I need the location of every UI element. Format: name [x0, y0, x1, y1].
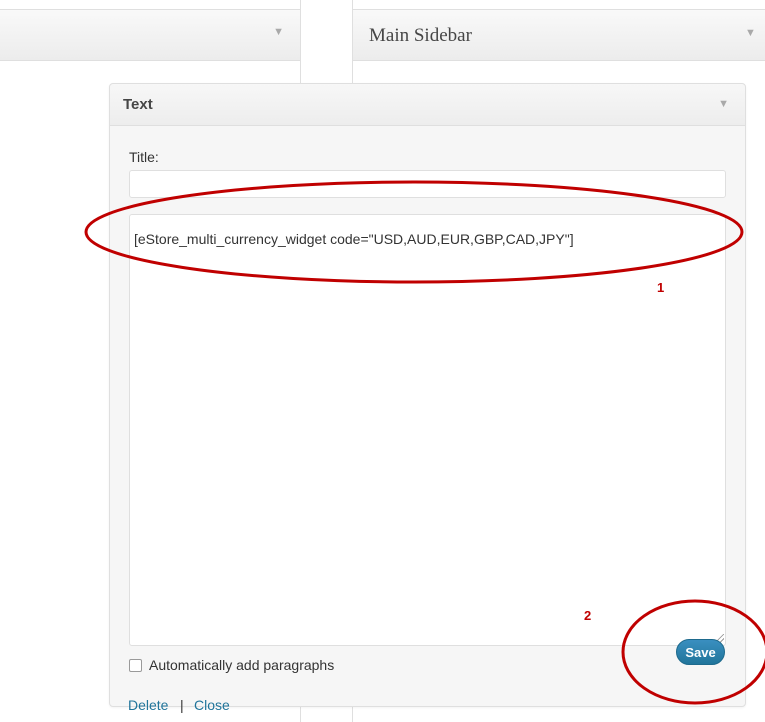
annotation-number-1: 1 — [657, 280, 665, 295]
title-input[interactable] — [129, 170, 726, 198]
triangle-down-icon[interactable]: ▼ — [718, 98, 729, 110]
triangle-down-icon[interactable]: ▼ — [273, 26, 284, 38]
sidebar-title: Main Sidebar — [369, 25, 472, 46]
auto-paragraphs-label: Automatically add paragraphs — [149, 657, 335, 673]
content-textarea[interactable]: [eStore_multi_currency_widget code="USD,… — [129, 214, 726, 646]
annotation-number-2: 2 — [584, 608, 592, 623]
main-sidebar-header[interactable]: Main Sidebar ▼ — [352, 9, 765, 61]
close-link[interactable]: Close — [194, 697, 230, 713]
text-widget: Text ▼ Title: [eStore_multi_currency_wid… — [109, 83, 746, 713]
save-button[interactable]: Save — [676, 639, 725, 665]
triangle-down-icon[interactable]: ▼ — [745, 27, 756, 39]
delete-link[interactable]: Delete — [128, 697, 168, 713]
widget-header[interactable]: Text ▼ — [110, 84, 745, 126]
auto-paragraphs-checkbox[interactable] — [129, 659, 142, 672]
widget-title: Text — [123, 96, 153, 113]
left-panel-header[interactable]: ▼ — [0, 9, 300, 61]
link-separator: | — [180, 697, 184, 713]
title-field-label: Title: — [129, 149, 159, 165]
